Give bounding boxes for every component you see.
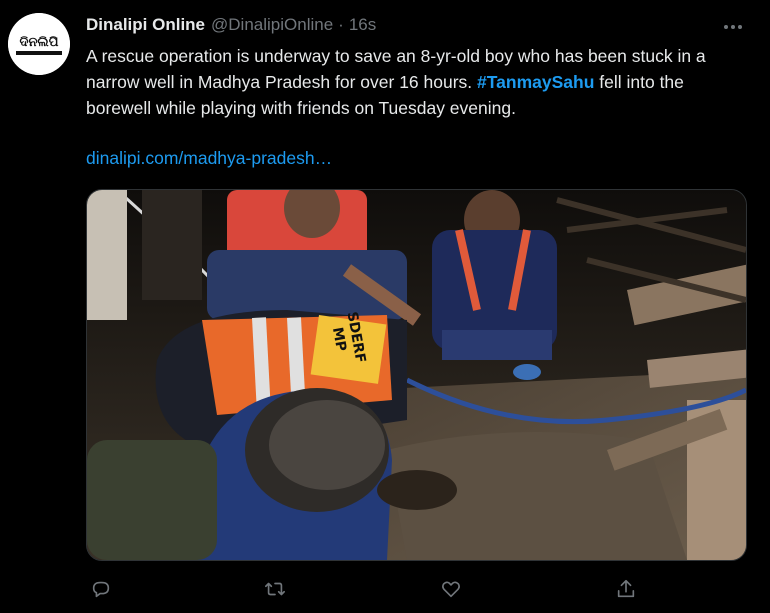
reply-icon	[92, 581, 110, 598]
timestamp[interactable]: 16s	[349, 15, 376, 35]
author-name[interactable]: Dinalipi Online	[86, 15, 205, 35]
avatar-logo-text: ଦିନଲିପି	[20, 34, 59, 50]
tweet-header: Dinalipi Online @DinalipiOnline · 16s	[86, 15, 376, 39]
retweet-icon	[265, 582, 285, 596]
avatar[interactable]: ଦିନଲିପି	[8, 13, 70, 75]
tweet-text: A rescue operation is underway to save a…	[86, 43, 746, 121]
heart-icon	[442, 581, 460, 598]
tweet-media-image[interactable]: SDERF MP	[86, 189, 747, 561]
dinalipi-logo: ଦିନଲିପି	[8, 13, 70, 75]
more-options-button[interactable]	[718, 15, 748, 39]
tweet-card[interactable]: ଦିନଲିପି Dinalipi Online @DinalipiOnline …	[0, 0, 770, 613]
more-icon	[724, 25, 728, 29]
rescue-scene-image: SDERF MP	[87, 190, 746, 560]
hashtag-link[interactable]: #TanmaySahu	[477, 72, 594, 92]
share-icon	[617, 579, 635, 598]
article-link[interactable]: dinalipi.com/madhya-pradesh…	[86, 148, 332, 169]
reply-button[interactable]	[86, 574, 116, 604]
more-icon-dot	[738, 25, 742, 29]
author-handle[interactable]: @DinalipiOnline	[211, 15, 333, 35]
share-button[interactable]	[611, 574, 641, 604]
separator-dot: ·	[338, 15, 344, 34]
tweet-actions	[86, 574, 676, 604]
retweet-button[interactable]	[260, 574, 290, 604]
like-button[interactable]	[436, 574, 466, 604]
more-icon-dot	[731, 25, 735, 29]
